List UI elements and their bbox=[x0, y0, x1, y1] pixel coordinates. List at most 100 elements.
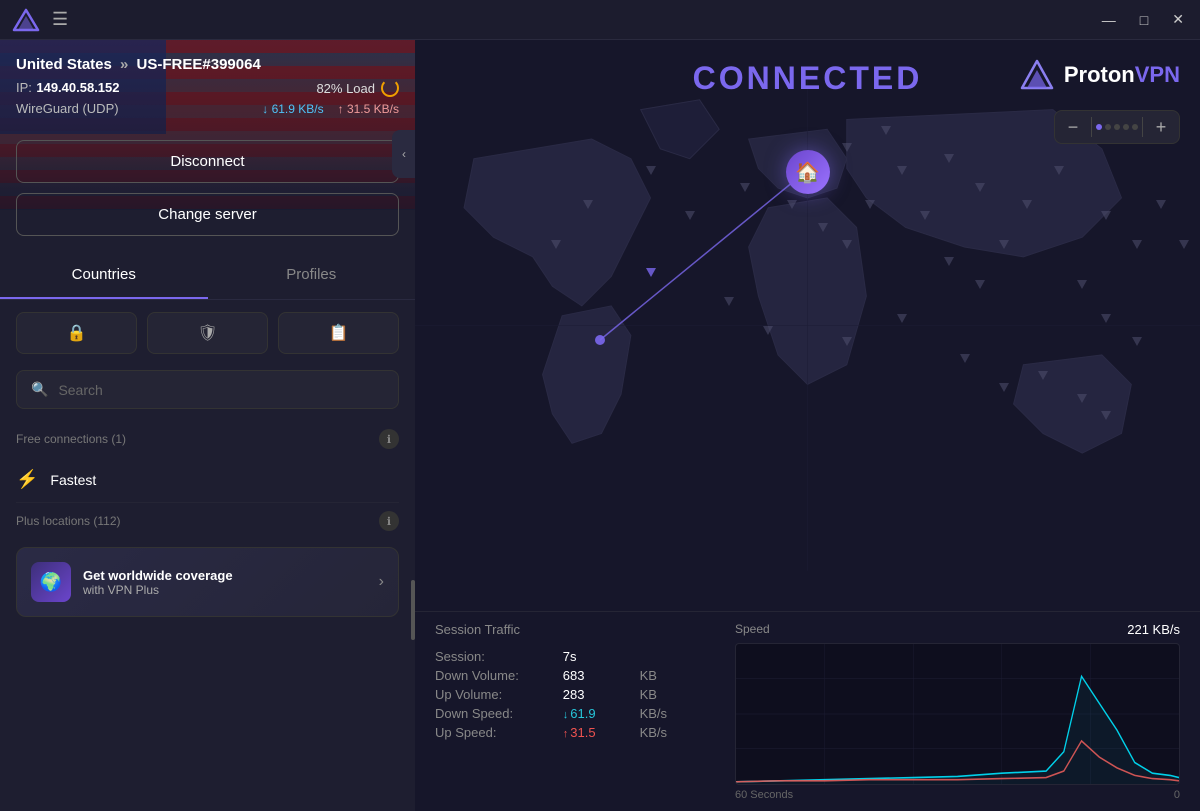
action-buttons: Disconnect Change server bbox=[0, 128, 415, 248]
search-container: 🔍 bbox=[0, 366, 415, 421]
map-marker-25 bbox=[646, 268, 656, 277]
map-marker-26 bbox=[842, 143, 852, 152]
map-marker-24 bbox=[1101, 411, 1111, 420]
filter-secure-btn[interactable]: 🔒 bbox=[16, 312, 137, 354]
zoom-dot-1 bbox=[1096, 124, 1102, 130]
zoom-in-button[interactable]: + bbox=[1143, 111, 1179, 143]
ip-info: IP: 149.40.58.152 bbox=[16, 79, 120, 97]
session-value: 7s bbox=[563, 649, 624, 664]
protocol-label: WireGuard (UDP) bbox=[16, 101, 119, 116]
up-volume-label: Up Volume: bbox=[435, 687, 547, 702]
proton-logo-icon bbox=[1018, 56, 1056, 94]
map-marker-29 bbox=[975, 183, 985, 192]
map-marker-34 bbox=[1132, 337, 1142, 346]
tab-profiles[interactable]: Profiles bbox=[208, 252, 416, 299]
stats-table: Session: 7s Down Volume: 683 KB Up Volum… bbox=[435, 649, 695, 740]
chart-zero-label: 0 bbox=[1174, 789, 1180, 801]
filter-shield-btn[interactable]: 🛡 bbox=[147, 312, 268, 354]
plus-locations-header: Plus locations (112) ℹ bbox=[16, 503, 399, 539]
connected-text: CONNECTED bbox=[693, 60, 923, 97]
filter-edit-btn[interactable]: 📋 bbox=[278, 312, 399, 354]
zoom-dot-5 bbox=[1132, 124, 1138, 130]
server-name: United States » US-FREE#399064 bbox=[16, 56, 399, 73]
server-list: Free connections (1) ℹ ⚡ Fastest Plus lo… bbox=[0, 421, 415, 811]
down-speed-value: ↓61.9 bbox=[563, 706, 624, 721]
speed-label: Speed bbox=[735, 622, 770, 637]
speed-chart-svg bbox=[736, 644, 1179, 784]
chart-seconds-label: 60 Seconds bbox=[735, 789, 793, 801]
globe-icon: 🌍 bbox=[40, 572, 62, 593]
up-speed-value: ↑31.5 bbox=[563, 725, 624, 740]
fastest-label: Fastest bbox=[50, 472, 96, 488]
free-connections-header: Free connections (1) ℹ bbox=[16, 421, 399, 457]
change-server-button[interactable]: Change server bbox=[16, 193, 399, 236]
disconnect-button[interactable]: Disconnect bbox=[16, 140, 399, 183]
map-marker-15 bbox=[1054, 166, 1064, 175]
zoom-track bbox=[1092, 124, 1142, 130]
server-id: US-FREE#399064 bbox=[137, 56, 261, 73]
collapse-panel-button[interactable]: ‹ bbox=[392, 130, 415, 178]
map-marker-14 bbox=[1022, 200, 1032, 209]
filter-row: 🔒 🛡 📋 bbox=[0, 300, 415, 366]
speed-max: 221 KB/s bbox=[1127, 622, 1180, 637]
connected-badge: CONNECTED bbox=[693, 60, 923, 97]
map-marker-31 bbox=[1132, 240, 1142, 249]
map-marker-33 bbox=[1101, 314, 1111, 323]
up-speed-label: Up Speed: bbox=[435, 725, 547, 740]
zoom-controls: − + bbox=[1054, 110, 1180, 144]
search-box: 🔍 bbox=[16, 370, 399, 409]
down-volume-unit: KB bbox=[640, 668, 695, 683]
session-label: Session: bbox=[435, 649, 547, 664]
zoom-out-button[interactable]: − bbox=[1055, 111, 1091, 143]
up-speed-unit: KB/s bbox=[640, 725, 695, 740]
title-bar-left: ☰ bbox=[12, 6, 68, 34]
shield-icon: 🛡 bbox=[197, 323, 217, 343]
lightning-icon: ⚡ bbox=[16, 469, 38, 490]
fastest-server-item[interactable]: ⚡ Fastest bbox=[16, 457, 399, 503]
ip-value: 149.40.58.152 bbox=[36, 80, 119, 95]
ip-label: IP: bbox=[16, 80, 32, 95]
map-marker-2 bbox=[646, 166, 656, 175]
free-connections-info-btn[interactable]: ℹ bbox=[379, 429, 399, 449]
map-marker-12 bbox=[975, 280, 985, 289]
left-panel: United States » US-FREE#399064 IP: 149.4… bbox=[0, 40, 415, 811]
plus-locations-info-btn[interactable]: ℹ bbox=[379, 511, 399, 531]
map-marker-10 bbox=[920, 211, 930, 220]
map-marker-16 bbox=[724, 297, 734, 306]
tab-countries[interactable]: Countries bbox=[0, 252, 208, 299]
chevron-right-icon: › bbox=[379, 573, 384, 591]
main-layout: United States » US-FREE#399064 IP: 149.4… bbox=[0, 40, 1200, 811]
map-marker-23 bbox=[1077, 394, 1087, 403]
map-marker-30 bbox=[1101, 211, 1111, 220]
plus-promo-icon: 🌍 bbox=[31, 562, 71, 602]
map-marker-9 bbox=[897, 166, 907, 175]
protonvpn-logo: ProtonVPN bbox=[1018, 56, 1180, 94]
map-marker-35 bbox=[1156, 200, 1166, 209]
map-area: CONNECTED 🏠 ProtonVPN − bbox=[415, 40, 1200, 611]
search-input[interactable] bbox=[58, 382, 384, 398]
map-marker-18 bbox=[842, 337, 852, 346]
free-connections-label: Free connections (1) bbox=[16, 432, 126, 446]
down-speed-label: Down Speed: bbox=[435, 706, 547, 721]
home-marker: 🏠 bbox=[786, 150, 830, 194]
session-traffic-title: Session Traffic bbox=[435, 622, 695, 637]
close-button[interactable]: ✕ bbox=[1168, 7, 1188, 32]
map-marker-3 bbox=[685, 211, 695, 220]
plus-promo-banner[interactable]: 🌍 Get worldwide coverage with VPN Plus › bbox=[16, 547, 399, 617]
zoom-dot-3 bbox=[1114, 124, 1120, 130]
maximize-button[interactable]: □ bbox=[1136, 8, 1152, 32]
tabs-row: Countries Profiles bbox=[0, 252, 415, 300]
down-volume-value: 683 bbox=[563, 668, 624, 683]
minimize-button[interactable]: — bbox=[1098, 8, 1120, 32]
connection-info: United States » US-FREE#399064 IP: 149.4… bbox=[0, 40, 415, 128]
up-volume-unit: KB bbox=[640, 687, 695, 702]
hamburger-icon[interactable]: ☰ bbox=[52, 9, 68, 30]
map-marker-0 bbox=[551, 240, 561, 249]
plus-promo-text: Get worldwide coverage with VPN Plus bbox=[83, 568, 367, 597]
lock-icon: 🔒 bbox=[67, 323, 87, 343]
plus-locations-label: Plus locations (112) bbox=[16, 514, 121, 528]
map-marker-4 bbox=[740, 183, 750, 192]
proton-text: Proton bbox=[1064, 62, 1135, 87]
chart-footer: 60 Seconds 0 bbox=[735, 789, 1180, 801]
map-marker-19 bbox=[897, 314, 907, 323]
